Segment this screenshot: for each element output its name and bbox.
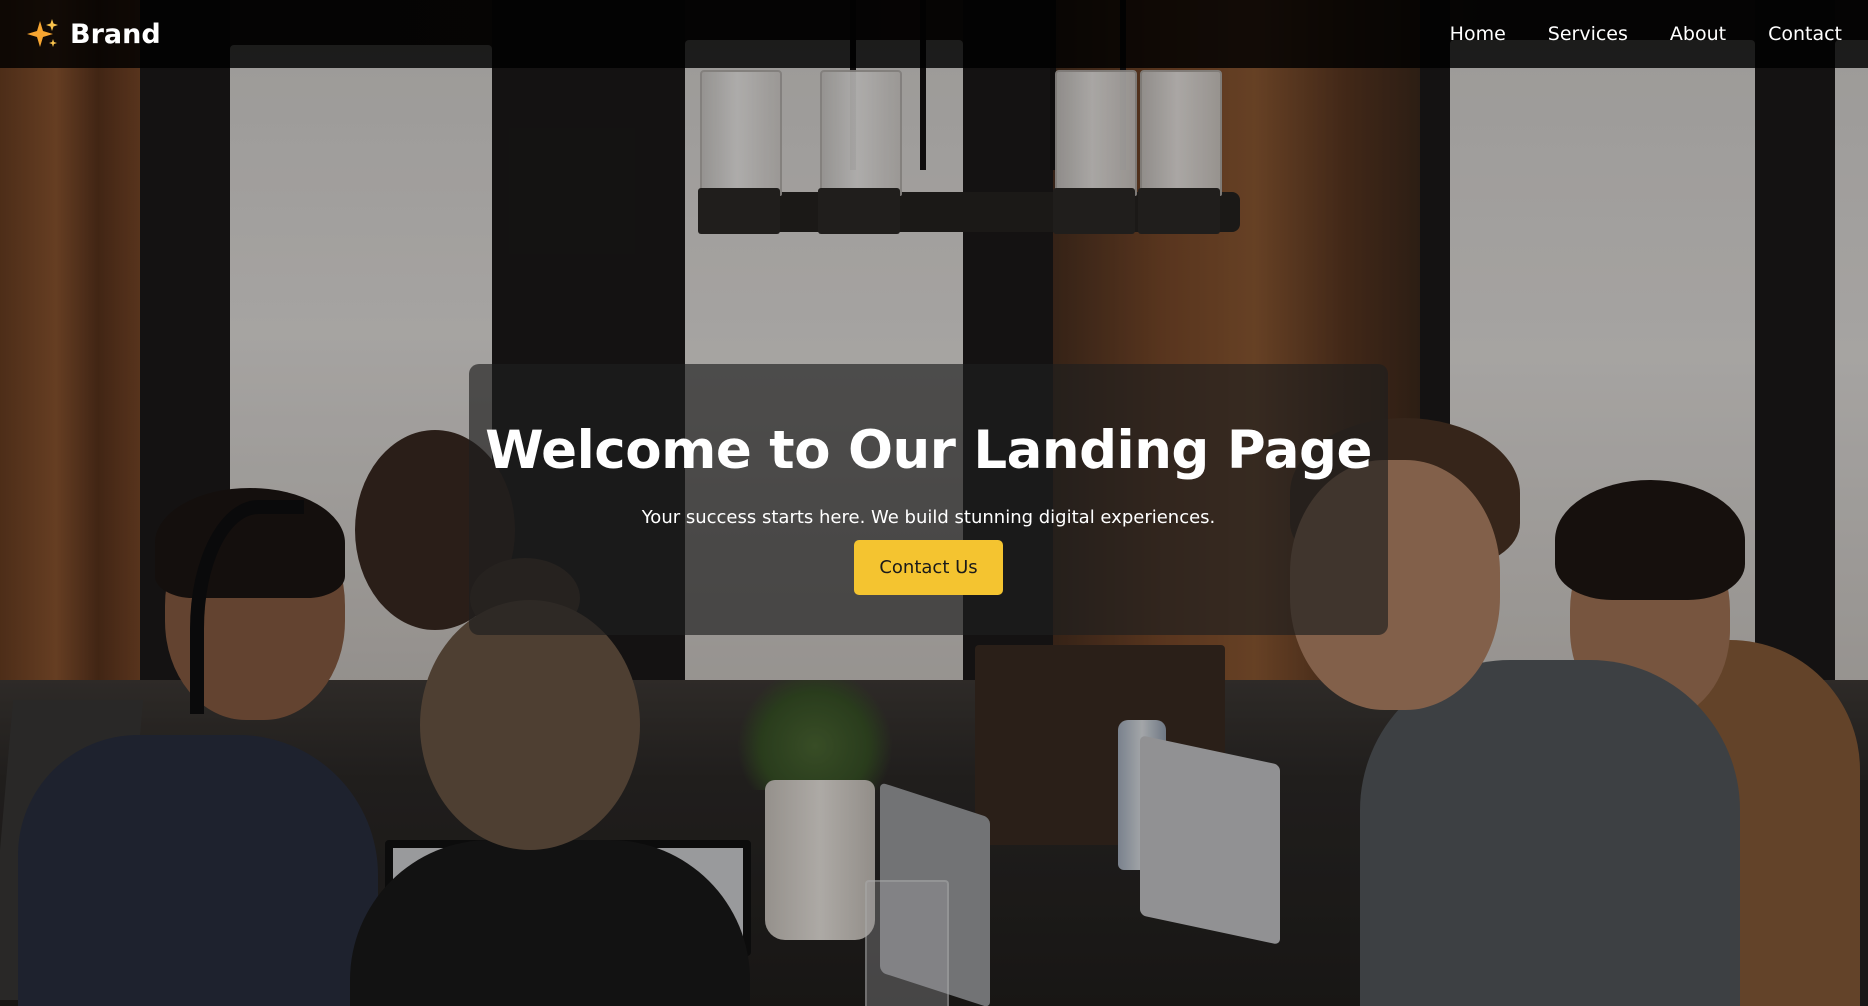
nav-link-home[interactable]: Home [1450, 23, 1506, 45]
nav-links: Home Services About Contact [1450, 23, 1842, 45]
nav-link-services[interactable]: Services [1548, 23, 1628, 45]
hero-card: Welcome to Our Landing Page Your success… [469, 364, 1388, 635]
brand-name: Brand [70, 18, 161, 50]
contact-us-button[interactable]: Contact Us [854, 540, 1003, 595]
brand-link[interactable]: Brand [26, 17, 161, 51]
nav-link-about[interactable]: About [1670, 23, 1726, 45]
sparkles-icon [26, 17, 60, 51]
navbar: Brand Home Services About Contact [0, 0, 1868, 68]
landing-page: Brand Home Services About Contact Welcom… [0, 0, 1868, 1006]
nav-link-contact[interactable]: Contact [1768, 23, 1842, 45]
hero-title: Welcome to Our Landing Page [485, 420, 1372, 481]
hero-subtitle: Your success starts here. We build stunn… [641, 507, 1216, 528]
